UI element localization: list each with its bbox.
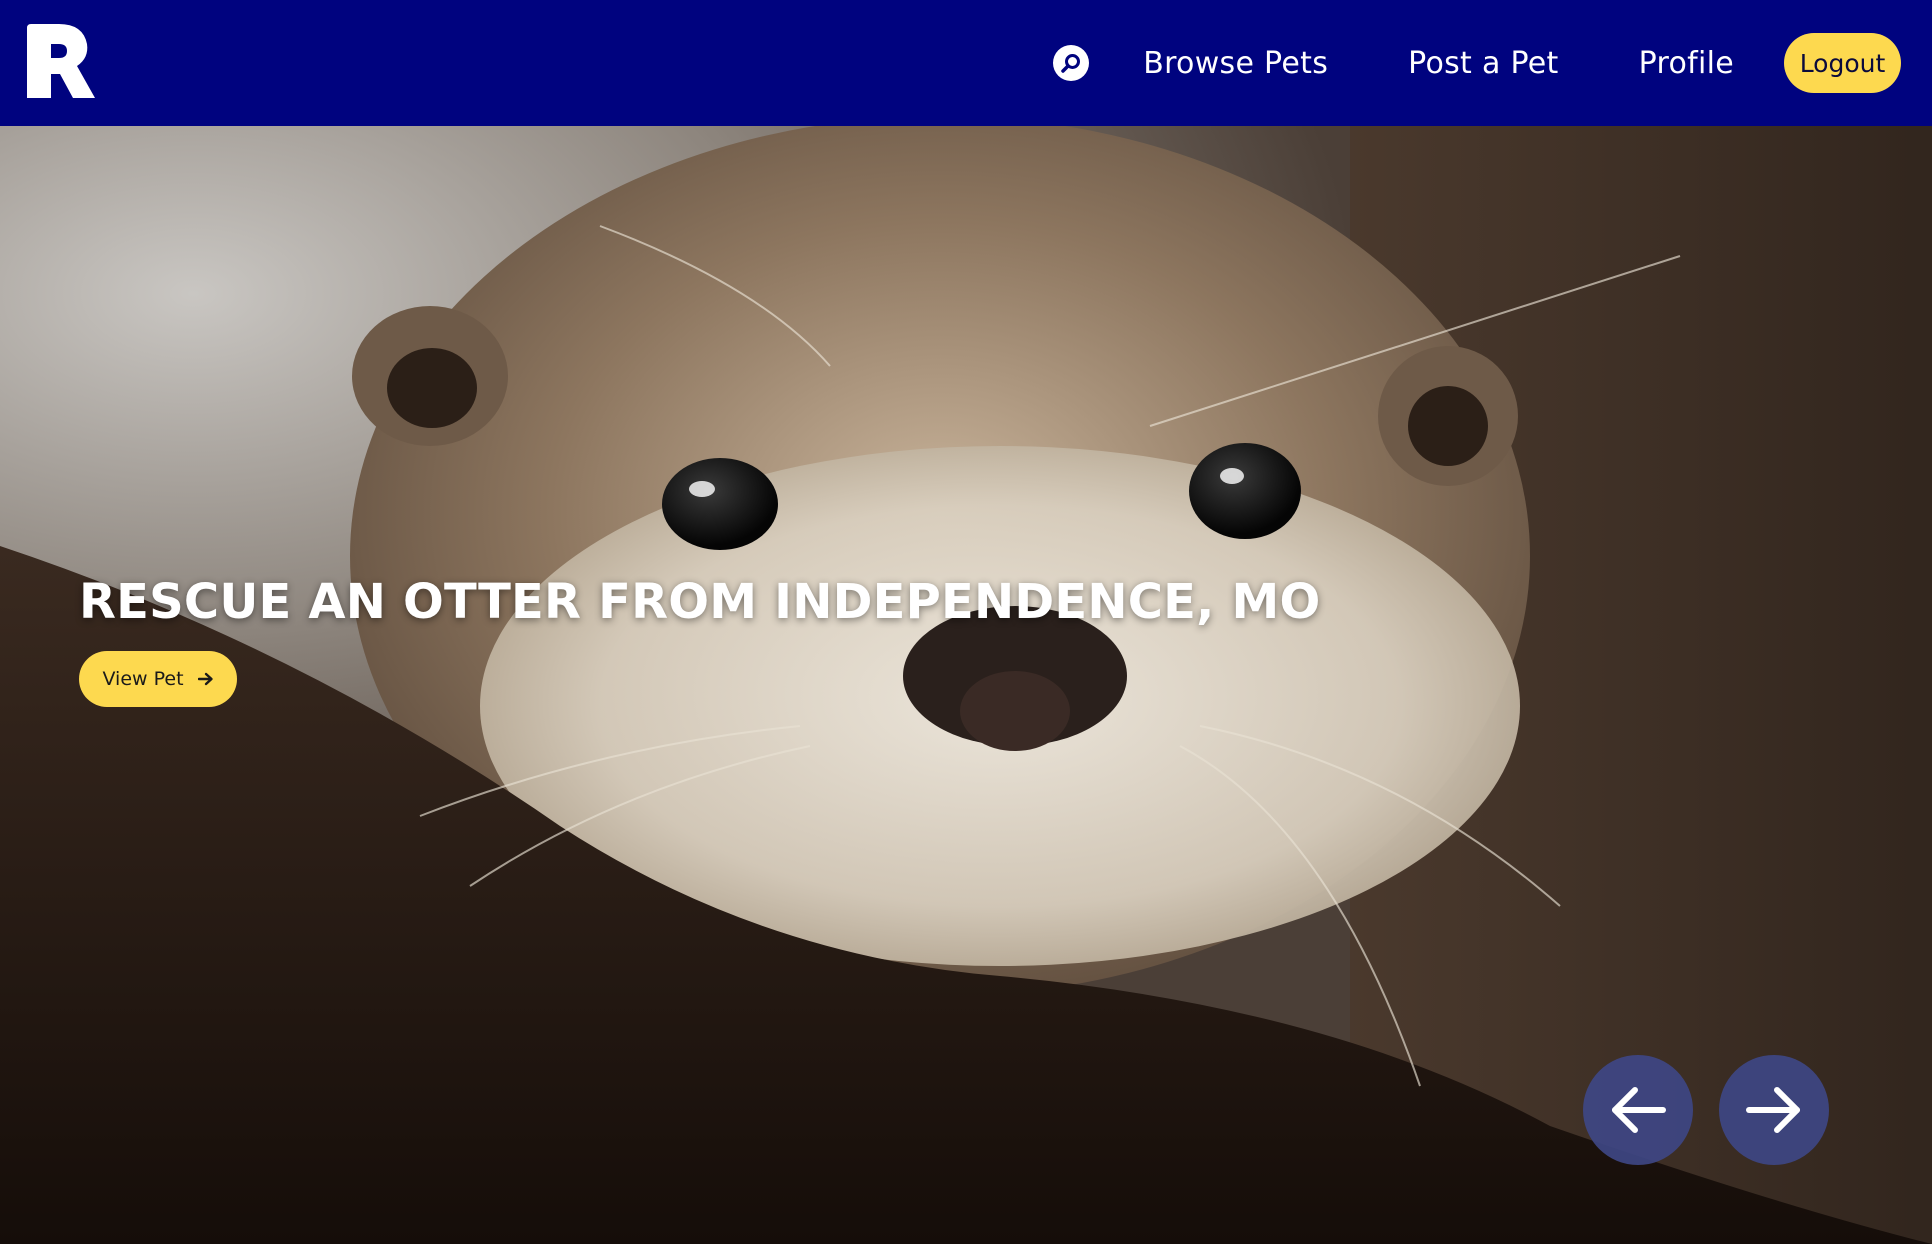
nav-menu: Browse Pets Post a Pet Profile Logout <box>1053 0 1901 126</box>
arrow-left-icon <box>1612 1087 1666 1133</box>
search-icon <box>1061 54 1081 73</box>
hero-carousel: RESCUE AN OTTER FROM INDEPENDENCE, MO Vi… <box>0 126 1932 1244</box>
view-pet-label: View Pet <box>102 668 184 690</box>
arrow-right-icon <box>1746 1087 1800 1133</box>
search-button[interactable] <box>1053 45 1090 81</box>
view-pet-button[interactable]: View Pet <box>79 651 237 707</box>
brand-r-logo-icon <box>27 24 95 98</box>
carousel-prev-button[interactable] <box>1583 1055 1693 1165</box>
nav-link-browse-pets[interactable]: Browse Pets <box>1143 46 1328 81</box>
nav-link-profile[interactable]: Profile <box>1639 46 1734 81</box>
carousel-next-button[interactable] <box>1719 1055 1829 1165</box>
arrow-right-icon <box>197 672 214 686</box>
logout-button[interactable]: Logout <box>1784 33 1901 93</box>
hero-title: RESCUE AN OTTER FROM INDEPENDENCE, MO <box>79 574 1321 630</box>
nav-link-post-a-pet[interactable]: Post a Pet <box>1408 46 1558 81</box>
top-navbar: Browse Pets Post a Pet Profile Logout <box>0 0 1932 126</box>
page: Browse Pets Post a Pet Profile Logout RE… <box>0 0 1932 1244</box>
brand-logo[interactable] <box>25 22 99 102</box>
